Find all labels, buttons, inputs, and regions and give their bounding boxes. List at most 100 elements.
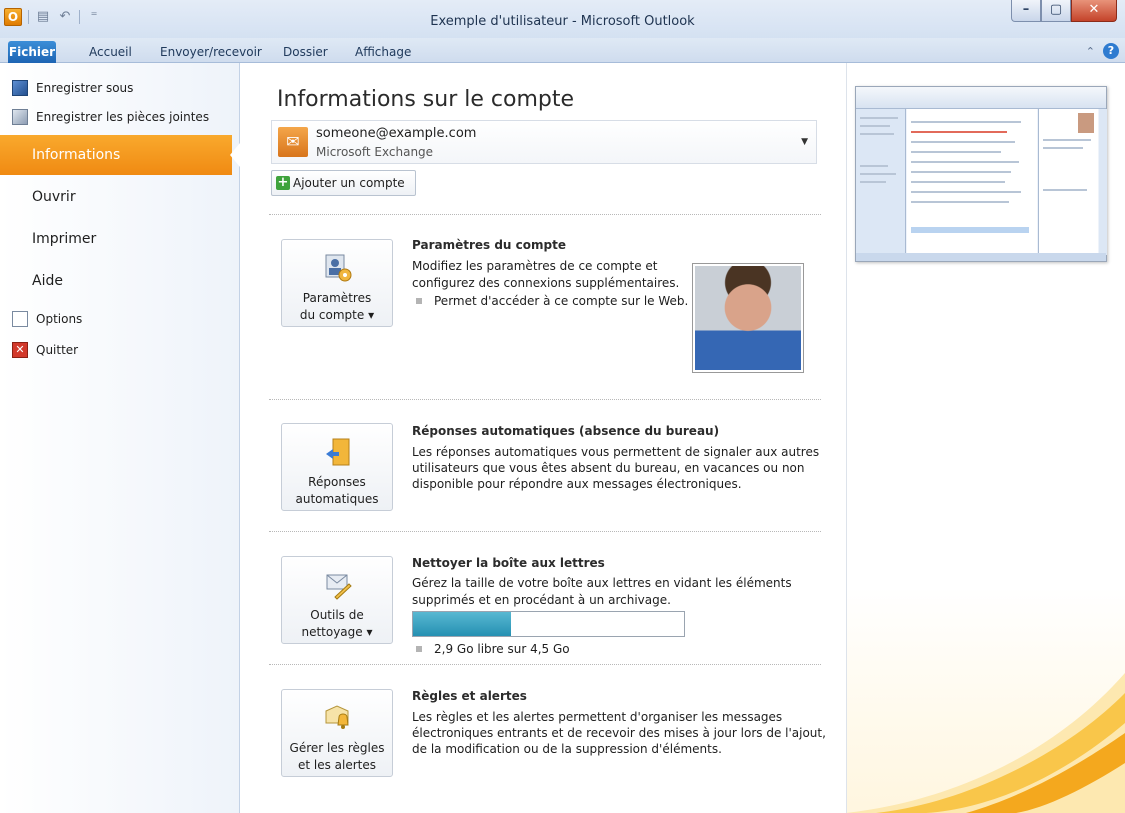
save-as-icon <box>12 80 28 96</box>
maximize-button[interactable]: ▢ <box>1041 0 1071 22</box>
account-email: someone@example.com <box>316 126 477 141</box>
thumbnail-line <box>1043 189 1087 191</box>
tab-view[interactable]: Affichage <box>355 42 411 62</box>
account-settings-desc-2: configurez des connexions supplémentaire… <box>412 276 680 290</box>
tab-home[interactable]: Accueil <box>89 42 132 62</box>
nav-item-open[interactable]: Ouvrir <box>0 177 240 217</box>
button-label-line: du compte ▾ <box>299 308 375 322</box>
thumbnail-reading-pane <box>1038 109 1098 255</box>
thumbnail-line <box>911 151 1001 153</box>
bullet-icon <box>416 646 422 652</box>
options-command[interactable]: Options <box>12 308 82 330</box>
storage-bullet: 2,9 Go libre sur 4,5 Go <box>416 642 570 656</box>
storage-text: 2,9 Go libre sur 4,5 Go <box>434 642 570 656</box>
nav-item-info[interactable]: Informations <box>0 135 240 175</box>
thumbnail-line <box>911 201 1009 203</box>
thumbnail-line <box>1043 147 1083 149</box>
thumbnail-status-bar <box>856 253 1106 261</box>
thumbnail-line <box>911 161 1019 163</box>
thumbnail-line <box>860 173 896 175</box>
divider <box>269 664 821 665</box>
minimize-button[interactable]: – <box>1011 0 1041 22</box>
rules-title: Règles et alertes <box>412 689 527 703</box>
save-as-command[interactable]: Enregistrer sous <box>12 77 133 99</box>
divider <box>269 214 821 215</box>
close-button[interactable]: ✕ <box>1071 0 1117 22</box>
window-title: Exemple d'utilisateur - Microsoft Outloo… <box>430 14 695 29</box>
add-account-button[interactable]: + Ajouter un compte <box>271 170 416 196</box>
account-settings-desc-1: Modifiez les paramètres de ce compte et <box>412 259 658 273</box>
button-label-line: et les alertes <box>297 758 377 772</box>
automatic-replies-button[interactable]: Réponses automatiques <box>281 423 393 511</box>
mailbox-usage-bar <box>412 611 685 637</box>
backstage-nav: Enregistrer sous Enregistrer les pièces … <box>0 63 240 813</box>
thumbnail-line <box>911 141 1015 143</box>
cleanup-tools-button[interactable]: Outils de nettoyage ▾ <box>281 556 393 644</box>
account-selector[interactable]: ✉ someone@example.com Microsoft Exchange… <box>271 120 817 164</box>
nav-item-print[interactable]: Imprimer <box>0 219 240 259</box>
cleanup-tools-icon <box>322 569 354 601</box>
web-access-text: Permet d'accéder à ce compte sur le Web. <box>434 294 689 308</box>
tab-file[interactable]: Fichier <box>8 41 56 63</box>
manage-rules-button-label: Gérer les règles et les alertes <box>282 740 392 774</box>
thumbnail-list <box>907 109 1037 255</box>
thumbnail-ribbon <box>856 87 1106 109</box>
thumbnail-todo-bar <box>1099 109 1107 255</box>
automatic-replies-desc-2: utilisateurs que vous êtes absent du bur… <box>412 461 805 475</box>
chevron-down-icon[interactable]: ▼ <box>801 137 808 147</box>
button-label-line: Outils de <box>310 608 364 622</box>
automatic-replies-desc-1: Les réponses automatiques vous permetten… <box>412 445 820 459</box>
quit-command[interactable]: ✕ Quitter <box>12 339 78 361</box>
web-access-bullet: Permet d'accéder à ce compte sur le Web. <box>416 294 688 308</box>
contact-photo <box>692 263 804 373</box>
thumbnail-line <box>911 191 1021 193</box>
tab-send-receive[interactable]: Envoyer/recevoir <box>160 42 262 62</box>
minimize-ribbon-icon[interactable]: ⌃ <box>1086 45 1095 58</box>
rules-desc-3: de la modification ou de la suppression … <box>412 742 722 756</box>
save-attachments-command[interactable]: Enregistrer les pièces jointes <box>12 106 209 128</box>
automatic-replies-icon <box>322 436 354 468</box>
options-label: Options <box>36 312 83 326</box>
thumbnail-line <box>911 171 1011 173</box>
thumbnail-line <box>1043 139 1091 141</box>
outlook-preview-thumbnail <box>855 86 1107 262</box>
account-settings-button[interactable]: Paramètres du compte ▾ <box>281 239 393 327</box>
save-attachments-label: Enregistrer les pièces jointes <box>36 110 210 124</box>
rules-desc-1: Les règles et les alertes permettent d'o… <box>412 710 783 724</box>
cleanup-desc-1: Gérez la taille de votre boîte aux lettr… <box>412 576 792 590</box>
quit-label: Quitter <box>36 343 79 357</box>
divider <box>269 531 821 532</box>
button-label-line: Gérer les règles <box>289 741 385 755</box>
button-label-line: Réponses <box>308 475 366 489</box>
thumbnail-line <box>911 227 1029 233</box>
automatic-replies-desc-3: disponible pour répondre aux messages él… <box>412 477 742 491</box>
exchange-icon: ✉ <box>278 127 308 157</box>
add-icon: + <box>276 175 290 190</box>
title-bar: O ▤ ↶ ⁼ Exemple d'utilisateur - Microsof… <box>0 0 1125 38</box>
preview-pane <box>846 63 1125 813</box>
thumbnail-line <box>860 165 888 167</box>
manage-rules-button[interactable]: Gérer les règles et les alertes <box>281 689 393 777</box>
account-settings-button-label: Paramètres du compte ▾ <box>282 290 392 324</box>
rules-desc-2: électroniques entrants et de recevoir de… <box>412 726 826 740</box>
quit-icon: ✕ <box>12 342 28 358</box>
help-icon[interactable]: ? <box>1103 43 1119 59</box>
nav-item-help[interactable]: Aide <box>0 261 240 301</box>
automatic-replies-title: Réponses automatiques (absence du bureau… <box>412 424 720 438</box>
cleanup-desc-2: supprimés et en procédant à un archivage… <box>412 593 671 607</box>
account-info-panel: Informations sur le compte ✉ someone@exa… <box>241 63 845 813</box>
thumbnail-line <box>911 181 1005 183</box>
user-photo <box>695 266 801 370</box>
account-settings-title: Paramètres du compte <box>412 238 566 252</box>
cleanup-title: Nettoyer la boîte aux lettres <box>412 556 605 570</box>
thumbnail-contact-photo <box>1078 113 1094 133</box>
divider <box>269 399 821 400</box>
tab-folder[interactable]: Dossier <box>283 42 328 62</box>
save-attachments-icon <box>12 109 28 125</box>
bullet-icon <box>416 298 422 304</box>
thumbnail-line <box>860 117 898 119</box>
button-label-line: nettoyage ▾ <box>301 625 373 639</box>
thumbnail-line <box>860 181 886 183</box>
mailbox-usage-fill <box>413 612 511 636</box>
automatic-replies-button-label: Réponses automatiques <box>282 474 392 508</box>
